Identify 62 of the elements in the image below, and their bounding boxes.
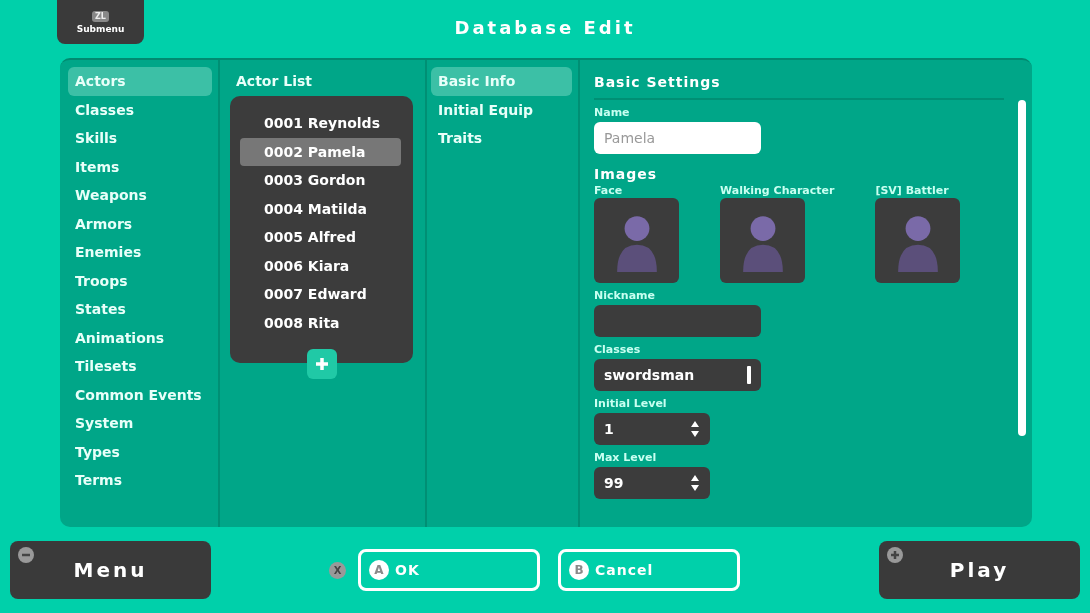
tab[interactable]: Traits <box>431 124 572 153</box>
field-label: Initial Level <box>594 397 668 411</box>
category-item[interactable]: Troops <box>68 266 212 295</box>
category-item[interactable]: Actors <box>68 67 212 96</box>
category-item[interactable]: Enemies <box>68 238 212 267</box>
ok-button[interactable]: A OK <box>358 549 540 591</box>
category-item[interactable]: Armors <box>68 209 212 238</box>
category-item[interactable]: Terms <box>68 466 212 495</box>
category-item[interactable]: Weapons <box>68 181 212 210</box>
x-key-icon: X <box>329 561 346 579</box>
tab[interactable]: Initial Equip <box>431 95 572 124</box>
minus-icon <box>18 547 34 563</box>
category-item[interactable]: States <box>68 295 212 324</box>
section-title: Basic Settings <box>594 66 1004 100</box>
category-item[interactable]: Animations <box>68 323 212 352</box>
actor-item[interactable]: 0007 Edward <box>240 280 401 309</box>
field-label: Name <box>594 106 631 120</box>
list-heading: Actor List <box>235 72 313 91</box>
field-label: Classes <box>594 343 642 357</box>
play-button[interactable]: Play <box>879 541 1080 599</box>
actor-item[interactable]: 0001 Reynolds <box>240 109 401 138</box>
category-item[interactable]: Skills <box>68 124 212 153</box>
tab[interactable]: Basic Info <box>431 67 572 96</box>
image-slot[interactable] <box>594 198 679 283</box>
category-item[interactable]: Classes <box>68 95 212 124</box>
zl-key-icon: ZL <box>92 10 109 22</box>
name-field[interactable]: Pamela <box>594 122 761 154</box>
b-key-icon: B <box>569 560 589 580</box>
category-item[interactable]: System <box>68 409 212 438</box>
stepper-arrows-icon[interactable] <box>690 474 700 492</box>
section-title: Images <box>594 166 659 182</box>
scrollbar[interactable] <box>1018 100 1026 436</box>
field-label: [SV] Battler <box>875 184 950 198</box>
image-slot[interactable] <box>875 198 961 283</box>
cancel-button[interactable]: B Cancel <box>558 549 740 591</box>
field-label: Face <box>594 184 624 198</box>
category-item[interactable]: Types <box>68 437 212 466</box>
submenu-button[interactable]: ZL Submenu <box>57 0 144 44</box>
field-label: Nickname <box>594 289 656 303</box>
max-level-field[interactable]: 99 <box>594 467 710 499</box>
a-key-icon: A <box>369 560 389 580</box>
category-item[interactable]: Items <box>68 152 212 181</box>
actor-item[interactable]: 0004 Matilda <box>240 194 401 223</box>
add-button[interactable] <box>306 349 337 379</box>
class-dropdown[interactable]: swordsman <box>594 359 761 391</box>
actor-item[interactable]: 0002 Pamela <box>240 137 401 166</box>
field-label: Max Level <box>594 451 658 465</box>
plus-icon <box>887 547 903 563</box>
actor-item[interactable]: 0008 Rita <box>240 308 401 337</box>
nickname-field[interactable] <box>594 305 761 337</box>
actor-item[interactable]: 0006 Kiara <box>240 251 401 280</box>
stepper-arrows-icon[interactable] <box>690 420 700 438</box>
category-item[interactable]: Common Events <box>68 380 212 409</box>
field-label: Walking Character <box>720 184 835 198</box>
window-title: Database Edit <box>454 17 636 38</box>
category-item[interactable]: Tilesets <box>68 352 212 381</box>
plus-icon <box>314 357 329 371</box>
actor-item[interactable]: 0005 Alfred <box>240 223 401 252</box>
menu-button[interactable]: Menu <box>10 541 211 599</box>
image-slot[interactable] <box>720 198 805 283</box>
initial-level-field[interactable]: 1 <box>594 413 710 445</box>
actor-item[interactable]: 0003 Gordon <box>240 166 401 195</box>
